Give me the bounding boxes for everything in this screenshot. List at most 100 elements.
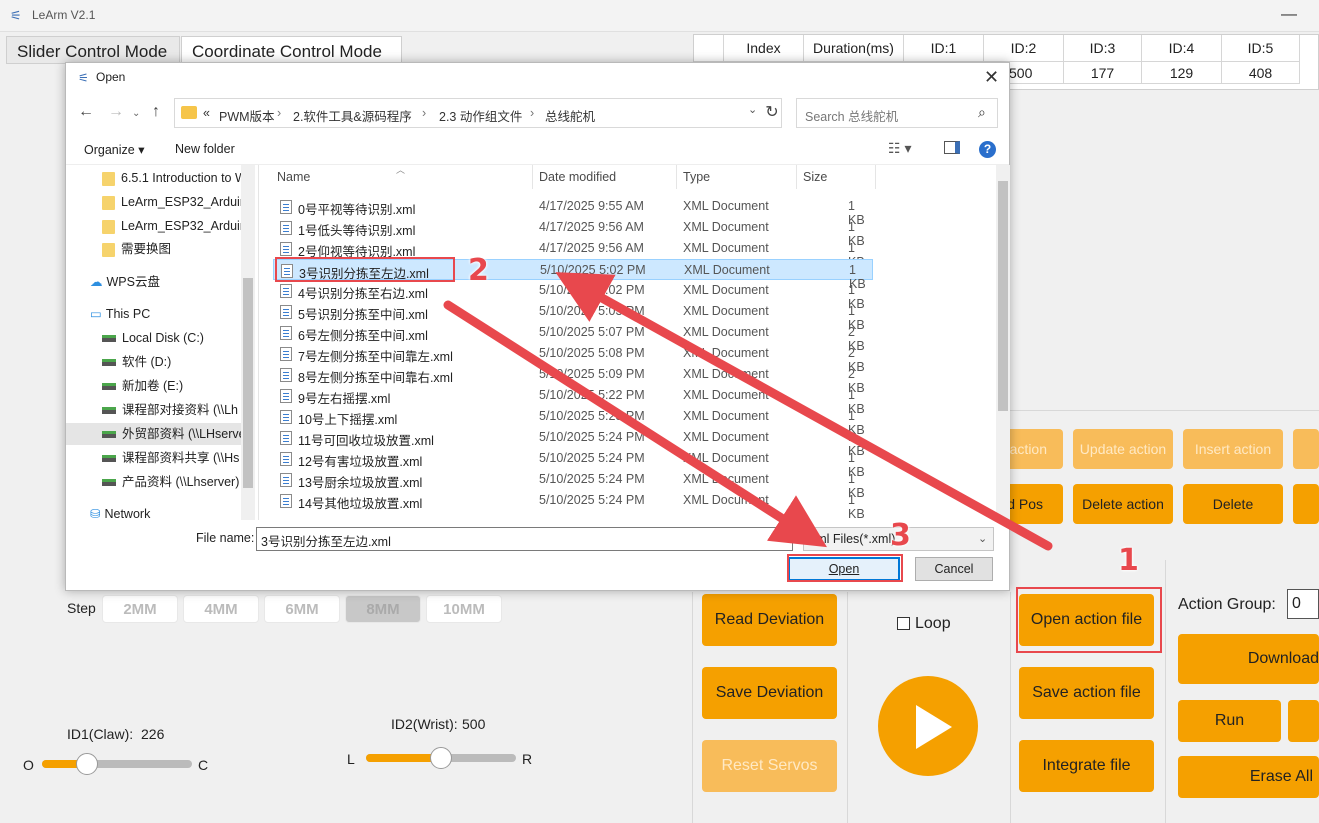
- file-row[interactable]: 7号左侧分拣至中间靠左.xml 5/10/2025 5:08 PM XML Docu…: [273, 343, 873, 374]
- column-separator[interactable]: [796, 165, 797, 189]
- breadcrumb-item[interactable]: 总线舵机: [545, 106, 595, 125]
- minimize-button[interactable]: —: [1278, 6, 1300, 26]
- file-row[interactable]: 9号左右摇摆.xml 5/10/2025 5:22 PM XML Document 1…: [273, 385, 873, 416]
- address-bar[interactable]: « PWM版本 › 2.软件工具&源码程序 › 2.3 动作组文件 › 总线舵机: [174, 98, 782, 128]
- breadcrumb-separator[interactable]: ›: [422, 106, 426, 120]
- organize-menu[interactable]: Organize ▾: [84, 142, 144, 157]
- tab-slider-control[interactable]: Slider Control Mode: [6, 36, 180, 64]
- file-name: 11号可回收垃圾放置.xml: [298, 434, 434, 448]
- delete-button[interactable]: Delete: [1183, 484, 1283, 524]
- nav-item[interactable]: 需要换图: [102, 238, 171, 260]
- partial-button[interactable]: [1293, 429, 1319, 469]
- back-arrow-icon[interactable]: ←: [78, 103, 94, 121]
- file-row[interactable]: 14号其他垃圾放置.xml 5/10/2025 5:24 PM XML Docume…: [273, 490, 873, 521]
- partial-button[interactable]: [1293, 484, 1319, 524]
- update-action-button[interactable]: Update action: [1073, 429, 1173, 469]
- id1-slider-handle[interactable]: [76, 753, 98, 775]
- filter-dropdown-icon[interactable]: ⌄: [978, 532, 987, 545]
- nav-item-network-drive[interactable]: 产品资料 (\\Lhserver): [102, 471, 239, 493]
- save-deviation-button[interactable]: Save Deviation: [702, 667, 837, 719]
- column-header-size[interactable]: Size: [803, 170, 827, 184]
- file-row[interactable]: 8号左侧分拣至中间靠右.xml 5/10/2025 5:09 PM XML Docu…: [273, 364, 873, 395]
- insert-action-button[interactable]: Insert action: [1183, 429, 1283, 469]
- loop-checkbox[interactable]: [897, 617, 910, 630]
- help-icon[interactable]: ?: [979, 141, 996, 158]
- grid-cell[interactable]: 177: [1064, 62, 1142, 84]
- save-action-file-button[interactable]: Save action file: [1019, 667, 1154, 719]
- up-arrow-icon[interactable]: ↑: [152, 103, 160, 121]
- column-header-date[interactable]: Date modified: [539, 170, 616, 184]
- step-4mm-button[interactable]: 4MM: [183, 595, 259, 623]
- nav-item-this-pc[interactable]: ▭ This PC: [90, 303, 150, 325]
- breadcrumb-item[interactable]: 2.软件工具&源码程序: [293, 106, 412, 125]
- file-row[interactable]: 11号可回收垃圾放置.xml 5/10/2025 5:24 PM XML Docum…: [273, 427, 873, 458]
- nav-scrollbar-thumb[interactable]: [243, 278, 253, 488]
- search-input[interactable]: Search 总线舵机: [796, 98, 998, 128]
- breadcrumb-overflow[interactable]: «: [203, 106, 210, 120]
- view-options-icon[interactable]: ☷ ▾: [888, 140, 911, 157]
- column-separator[interactable]: [875, 165, 876, 189]
- breadcrumb-item[interactable]: PWM版本: [219, 106, 275, 125]
- new-folder-button[interactable]: New folder: [175, 142, 235, 156]
- column-header-type[interactable]: Type: [683, 170, 710, 184]
- column-separator[interactable]: [532, 165, 533, 189]
- id2-slider-handle[interactable]: [430, 747, 452, 769]
- nav-item[interactable]: LeArm_ESP32_Arduino: [102, 191, 254, 213]
- nav-item-network-drive[interactable]: 课程部资料共享 (\\Hs: [102, 447, 239, 469]
- file-row[interactable]: 4号识别分拣至右边.xml 5/10/2025 5:02 PM XML Docume…: [273, 280, 873, 311]
- close-icon[interactable]: ✕: [984, 67, 999, 88]
- tab-coordinate-control[interactable]: Coordinate Control Mode: [181, 36, 402, 64]
- action-group-input[interactable]: 0: [1287, 589, 1319, 619]
- cancel-button[interactable]: Cancel: [915, 557, 993, 581]
- breadcrumb-separator[interactable]: ›: [530, 106, 534, 120]
- step-2mm-button[interactable]: 2MM: [102, 595, 178, 623]
- file-row[interactable]: 2号仰视等待识别.xml 4/17/2025 9:56 AM XML Documen…: [273, 238, 873, 269]
- file-name-dropdown-icon[interactable]: ⌄: [782, 532, 791, 545]
- file-list-scrollbar-thumb[interactable]: [998, 181, 1008, 411]
- file-row[interactable]: 13号厨余垃圾放置.xml 5/10/2025 5:24 PM XML Docume…: [273, 469, 873, 500]
- breadcrumb-separator[interactable]: ›: [277, 106, 281, 120]
- nav-item-network[interactable]: ⛁ Network: [90, 503, 150, 520]
- step-10mm-button[interactable]: 10MM: [426, 595, 502, 623]
- erase-all-button[interactable]: Erase All: [1178, 756, 1319, 798]
- delete-action-button[interactable]: Delete action: [1073, 484, 1173, 524]
- nav-item-drive[interactable]: 新加卷 (E:): [102, 375, 183, 397]
- file-row[interactable]: 5号识别分拣至中间.xml 5/10/2025 5:03 PM XML Docume…: [273, 301, 873, 332]
- nav-item-drive[interactable]: 软件 (D:): [102, 351, 171, 373]
- download-button[interactable]: Download: [1178, 634, 1319, 684]
- reset-servos-button[interactable]: Reset Servos: [702, 740, 837, 792]
- integrate-file-button[interactable]: Integrate file: [1019, 740, 1154, 792]
- breadcrumb-item[interactable]: 2.3 动作组文件: [439, 106, 522, 125]
- file-row[interactable]: 10号上下摇摆.xml 5/10/2025 5:23 PM XML Document…: [273, 406, 873, 437]
- recent-chevron-icon[interactable]: ⌄: [132, 108, 140, 119]
- read-deviation-button[interactable]: Read Deviation: [702, 594, 837, 646]
- panel-divider: [1165, 560, 1166, 823]
- file-name: 12号有害垃圾放置.xml: [298, 455, 423, 469]
- column-header-name[interactable]: Name: [277, 170, 310, 184]
- nav-item-network-drive[interactable]: 外贸部资料 (\\LHserve: [66, 423, 246, 445]
- nav-item[interactable]: LeArm_ESP32_Arduino: [102, 215, 254, 237]
- file-name-input[interactable]: 3号识别分拣至左边.xml: [256, 527, 793, 551]
- nav-item[interactable]: 6.5.1 Introduction to W: [102, 167, 247, 189]
- nav-item-label: 新加卷 (E:): [122, 379, 184, 393]
- file-row[interactable]: 1号低头等待识别.xml 4/17/2025 9:56 AM XML Documen…: [273, 217, 873, 248]
- navigation-pane[interactable]: 6.5.1 Introduction to W LeArm_ESP32_Ardu…: [66, 165, 254, 520]
- grid-cell[interactable]: 129: [1142, 62, 1222, 84]
- address-dropdown-icon[interactable]: ⌄: [748, 103, 757, 116]
- grid-cell[interactable]: 408: [1222, 62, 1300, 84]
- preview-pane-icon[interactable]: [944, 141, 960, 154]
- step-label: Step: [67, 600, 96, 616]
- run-button[interactable]: Run: [1178, 700, 1281, 742]
- column-separator[interactable]: [676, 165, 677, 189]
- forward-arrow-icon[interactable]: →: [108, 103, 124, 121]
- file-row[interactable]: 0号平视等待识别.xml 4/17/2025 9:55 AM XML Documen…: [273, 196, 873, 227]
- step-8mm-button[interactable]: 8MM: [345, 595, 421, 623]
- nav-item-drive[interactable]: Local Disk (C:): [102, 327, 204, 349]
- nav-item-network-drive[interactable]: 课程部对接资料 (\\Lh: [102, 399, 238, 421]
- file-row[interactable]: 12号有害垃圾放置.xml 5/10/2025 5:24 PM XML Docume…: [273, 448, 873, 479]
- nav-item-wps[interactable]: ☁ WPS云盘: [90, 271, 160, 293]
- step-6mm-button[interactable]: 6MM: [264, 595, 340, 623]
- file-row[interactable]: 6号左侧分拣至中间.xml 5/10/2025 5:07 PM XML Docume…: [273, 322, 873, 353]
- partial-button[interactable]: [1288, 700, 1319, 742]
- refresh-icon[interactable]: ↻: [758, 99, 786, 127]
